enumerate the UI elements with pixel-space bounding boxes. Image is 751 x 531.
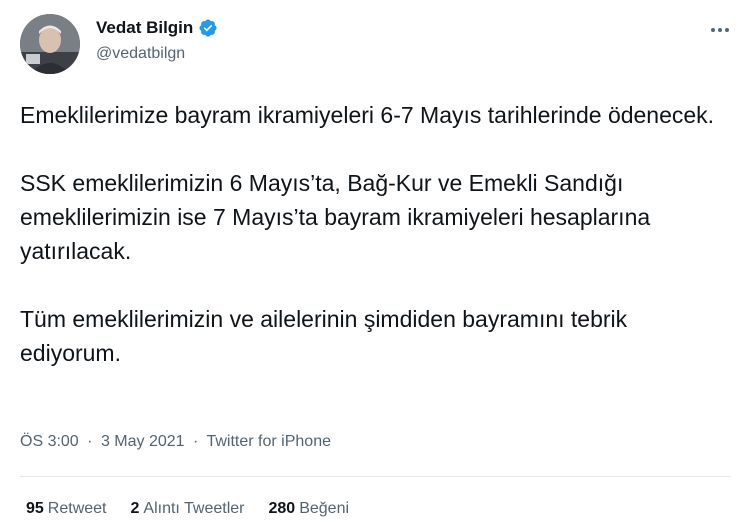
avatar[interactable] — [20, 14, 80, 74]
meta-separator: · — [87, 433, 93, 450]
quotes-stat[interactable]: 2 Alıntı Tweetler — [131, 499, 245, 519]
tweet-card: Vedat Bilgin @vedatbilgn Emeklilerimize … — [0, 0, 751, 531]
display-name[interactable]: Vedat Bilgin — [96, 17, 193, 39]
avatar-image — [20, 14, 80, 74]
more-horizontal-icon[interactable] — [709, 22, 731, 38]
meta-separator: · — [193, 433, 199, 450]
verified-badge-icon — [198, 18, 218, 38]
divider — [20, 476, 731, 477]
tweet-meta: ÖS 3:00 · 3 May 2021 · Twitter for iPhon… — [20, 432, 331, 452]
name-row: Vedat Bilgin — [96, 17, 218, 39]
tweet-date[interactable]: 3 May 2021 — [101, 433, 185, 450]
tweet-time[interactable]: ÖS 3:00 — [20, 433, 79, 450]
tweet-stats: 95 Retweet 2 Alıntı Tweetler 280 Beğeni — [26, 499, 349, 519]
likes-count: 280 — [268, 500, 296, 517]
tweet-text: Emeklilerimize bayram ikramiyeleri 6-7 M… — [20, 98, 720, 404]
tweet-source[interactable]: Twitter for iPhone — [206, 433, 331, 450]
likes-stat[interactable]: 280 Beğeni — [269, 499, 350, 519]
retweets-count: 95 — [26, 500, 44, 517]
retweets-stat[interactable]: 95 Retweet — [26, 499, 107, 519]
author-block: Vedat Bilgin @vedatbilgn — [96, 17, 218, 64]
quotes-label: Alıntı Tweetler — [143, 500, 245, 517]
tweet-paragraph: Tüm emeklilerimizin ve ailelerinin şimdi… — [20, 306, 628, 366]
retweets-label: Retweet — [47, 500, 107, 517]
handle[interactable]: @vedatbilgn — [96, 44, 218, 64]
likes-label: Beğeni — [299, 500, 350, 517]
tweet-paragraph: SSK emeklilerimizin 6 Mayıs’ta, Bağ-Kur … — [20, 170, 651, 264]
tweet-paragraph: Emeklilerimize bayram ikramiyeleri 6-7 M… — [20, 102, 715, 128]
quotes-count: 2 — [130, 500, 140, 517]
